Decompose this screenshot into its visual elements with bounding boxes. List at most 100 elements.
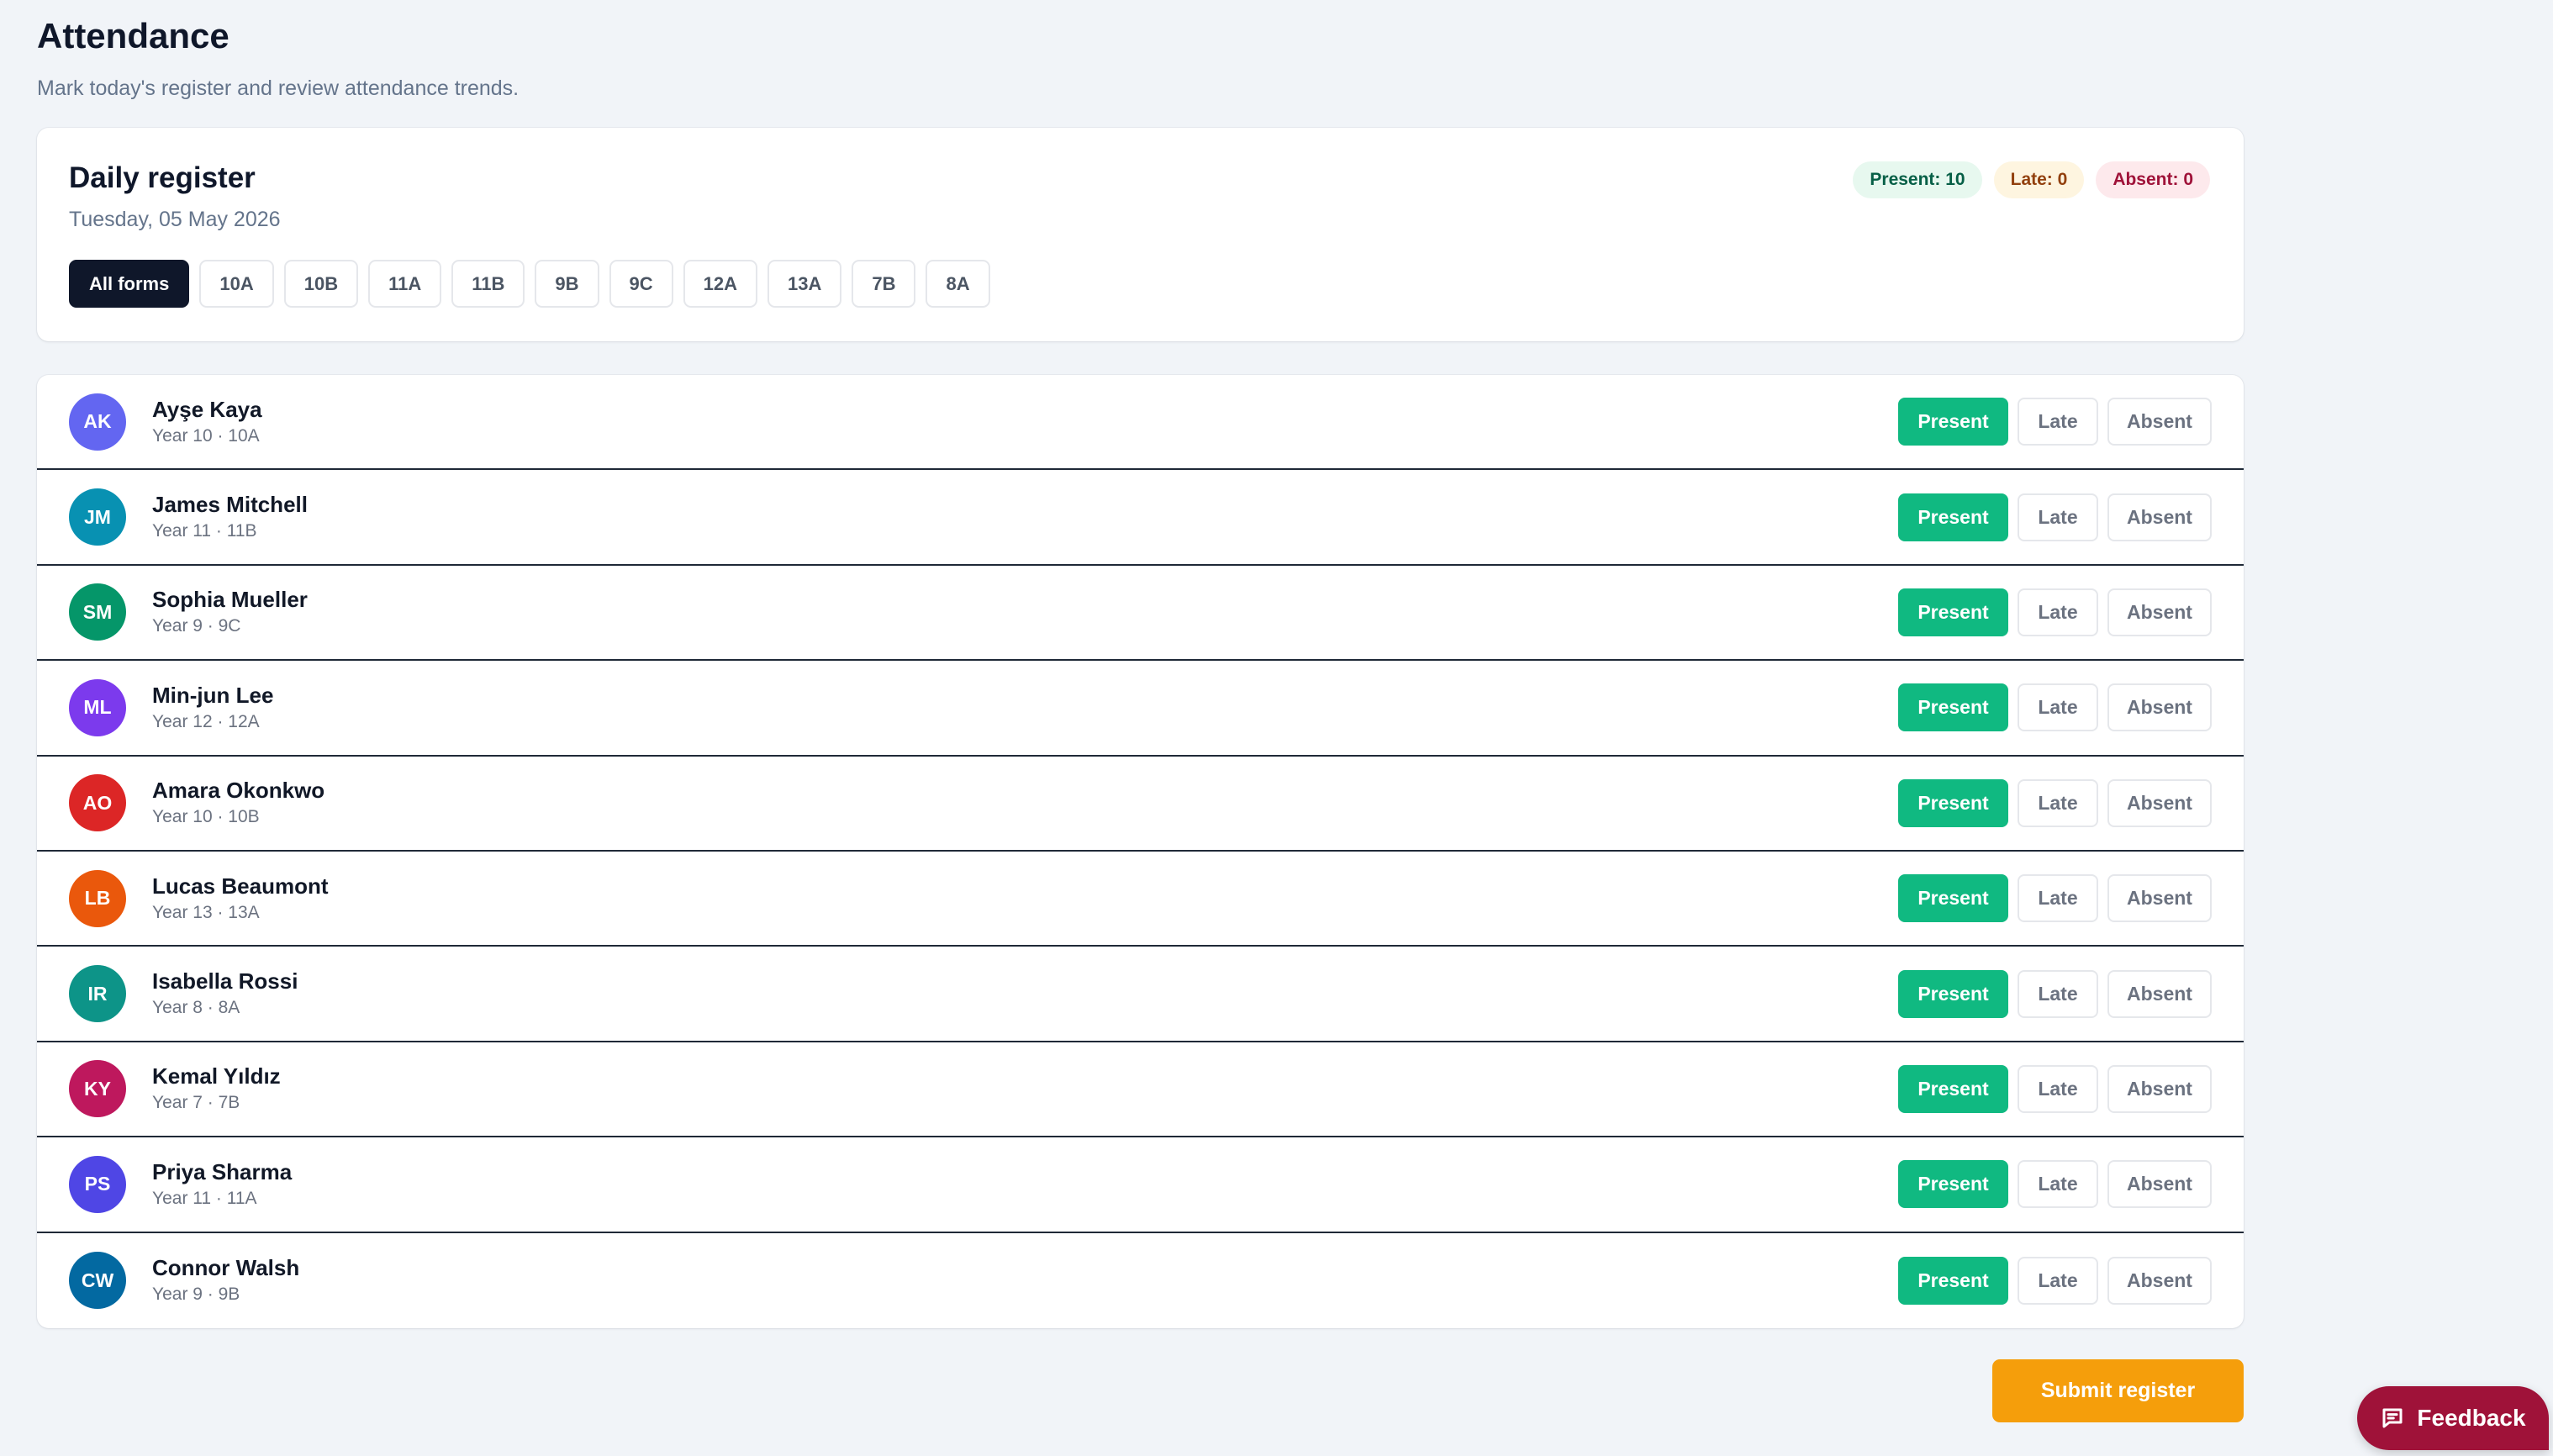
- late-button[interactable]: Late: [2018, 874, 2098, 923]
- absent-button[interactable]: Absent: [2107, 493, 2212, 541]
- present-button[interactable]: Present: [1898, 778, 2008, 827]
- student-list: AK Ayşe Kaya Year 10 · 10A Present Late Absen…: [37, 375, 2244, 1328]
- late-count-badge: Late: 0: [1993, 161, 2085, 198]
- avatar: AO: [69, 774, 126, 832]
- student-year-form: Year 9 · 9B: [152, 1285, 240, 1305]
- absent-button[interactable]: Absent: [2107, 778, 2212, 827]
- student-year-form: Year 10 · 10A: [152, 425, 260, 446]
- form-filter-chip[interactable]: 11B: [451, 260, 525, 308]
- present-button[interactable]: Present: [1898, 493, 2008, 541]
- register-date: Tuesday, 05 May 2026: [69, 208, 281, 231]
- absent-button[interactable]: Absent: [2107, 398, 2212, 446]
- student-year-form: Year 11 · 11B: [152, 521, 257, 541]
- form-filter-chip[interactable]: 10A: [199, 260, 274, 308]
- student-info: Lucas Beaumont Year 13 · 13A: [152, 873, 329, 925]
- form-filter-chip[interactable]: 9B: [535, 260, 599, 308]
- present-button[interactable]: Present: [1898, 969, 2008, 1018]
- student-info: James Mitchell Year 11 · 11B: [152, 491, 308, 543]
- present-button[interactable]: Present: [1898, 683, 2008, 732]
- student-name: Connor Walsh: [152, 1255, 300, 1281]
- student-year-form: Year 8 · 8A: [152, 998, 240, 1018]
- submit-register-button[interactable]: Submit register: [1992, 1359, 2244, 1422]
- student-row: AO Amara Okonkwo Year 10 · 10B Present Late A…: [37, 757, 2244, 852]
- attendance-actions: Present Late Absent: [1898, 588, 2212, 636]
- student-info: Kemal Yıldız Year 7 · 7B: [152, 1063, 281, 1115]
- present-button[interactable]: Present: [1898, 1256, 2008, 1305]
- attendance-page: Attendance Mark today's register and rev…: [37, 0, 2244, 1328]
- form-filter-chip[interactable]: 13A: [767, 260, 842, 308]
- present-button[interactable]: Present: [1898, 1160, 2008, 1209]
- student-row: IR Isabella Rossi Year 8 · 8A Present Late Ab…: [37, 947, 2244, 1042]
- student-info: Connor Walsh Year 9 · 9B: [152, 1254, 299, 1306]
- attendance-actions: Present Late Absent: [1898, 778, 2212, 827]
- feedback-label: Feedback: [2417, 1405, 2526, 1431]
- absent-button[interactable]: Absent: [2107, 1256, 2212, 1305]
- student-info: Isabella Rossi Year 8 · 8A: [152, 968, 298, 1020]
- avatar: PS: [69, 1155, 126, 1213]
- student-name: Amara Okonkwo: [152, 778, 325, 804]
- student-info: Ayşe Kaya Year 10 · 10A: [152, 396, 262, 448]
- late-button[interactable]: Late: [2018, 1256, 2098, 1305]
- late-button[interactable]: Late: [2018, 1064, 2098, 1113]
- present-button[interactable]: Present: [1898, 588, 2008, 636]
- student-row: PS Priya Sharma Year 11 · 11A Present Late Ab…: [37, 1137, 2244, 1233]
- present-button[interactable]: Present: [1898, 398, 2008, 446]
- student-year-form: Year 10 · 10B: [152, 807, 260, 827]
- student-row: CW Connor Walsh Year 9 · 9B Present Late Abse…: [37, 1233, 2244, 1328]
- attendance-actions: Present Late Absent: [1898, 1256, 2212, 1305]
- absent-button[interactable]: Absent: [2107, 588, 2212, 636]
- attendance-actions: Present Late Absent: [1898, 969, 2212, 1018]
- absent-button[interactable]: Absent: [2107, 1160, 2212, 1209]
- chat-icon: [2380, 1406, 2405, 1431]
- avatar: KY: [69, 1060, 126, 1118]
- form-filter-chip[interactable]: 11A: [368, 260, 442, 308]
- form-filter-chip[interactable]: 8A: [926, 260, 990, 308]
- avatar: ML: [69, 678, 126, 736]
- absent-button[interactable]: Absent: [2107, 1064, 2212, 1113]
- student-name: Lucas Beaumont: [152, 873, 329, 899]
- late-button[interactable]: Late: [2018, 1160, 2098, 1209]
- form-filter-chip[interactable]: All forms: [69, 260, 190, 308]
- absent-button[interactable]: Absent: [2107, 969, 2212, 1018]
- student-name: Ayşe Kaya: [152, 396, 262, 422]
- student-info: Priya Sharma Year 11 · 11A: [152, 1158, 292, 1211]
- form-filter-chip[interactable]: 9C: [609, 260, 673, 308]
- late-button[interactable]: Late: [2018, 969, 2098, 1018]
- form-filter-chip[interactable]: 10B: [283, 260, 359, 308]
- feedback-button[interactable]: Feedback: [2357, 1386, 2549, 1450]
- attendance-actions: Present Late Absent: [1898, 1160, 2212, 1209]
- avatar: AK: [69, 393, 126, 451]
- avatar: LB: [69, 869, 126, 927]
- late-button[interactable]: Late: [2018, 683, 2098, 732]
- late-button[interactable]: Late: [2018, 588, 2098, 636]
- student-year-form: Year 12 · 12A: [152, 711, 260, 731]
- student-year-form: Year 11 · 11A: [152, 1188, 257, 1208]
- student-row: ML Min-jun Lee Year 12 · 12A Present Late Abs…: [37, 661, 2244, 757]
- absent-button[interactable]: Absent: [2107, 683, 2212, 732]
- page-title: Attendance: [37, 16, 229, 55]
- form-filter-chip[interactable]: 12A: [683, 260, 757, 308]
- form-filter-chip[interactable]: 7B: [852, 260, 916, 308]
- student-info: Min-jun Lee Year 12 · 12A: [152, 682, 273, 734]
- student-info: Sophia Mueller Year 9 · 9C: [152, 586, 308, 638]
- student-name: Min-jun Lee: [152, 682, 274, 708]
- student-year-form: Year 13 · 13A: [152, 902, 260, 922]
- student-row: LB Lucas Beaumont Year 13 · 13A Present Late…: [37, 852, 2244, 947]
- attendance-actions: Present Late Absent: [1898, 493, 2212, 541]
- present-button[interactable]: Present: [1898, 874, 2008, 923]
- late-button[interactable]: Late: [2018, 493, 2098, 541]
- attendance-actions: Present Late Absent: [1898, 1064, 2212, 1113]
- avatar: IR: [69, 965, 126, 1023]
- attendance-actions: Present Late Absent: [1898, 874, 2212, 923]
- student-row: KY Kemal Yıldız Year 7 · 7B Present Late Abse…: [37, 1042, 2244, 1138]
- present-button[interactable]: Present: [1898, 1064, 2008, 1113]
- absent-button[interactable]: Absent: [2107, 874, 2212, 923]
- avatar: SM: [69, 583, 126, 641]
- late-button[interactable]: Late: [2018, 778, 2098, 827]
- student-year-form: Year 9 · 9C: [152, 616, 241, 636]
- avatar: CW: [69, 1252, 126, 1310]
- student-name: Sophia Mueller: [152, 587, 308, 613]
- student-row: JM James Mitchell Year 11 · 11B Present Late…: [37, 470, 2244, 566]
- late-button[interactable]: Late: [2018, 398, 2098, 446]
- absent-count-badge: Absent: 0: [2096, 161, 2210, 198]
